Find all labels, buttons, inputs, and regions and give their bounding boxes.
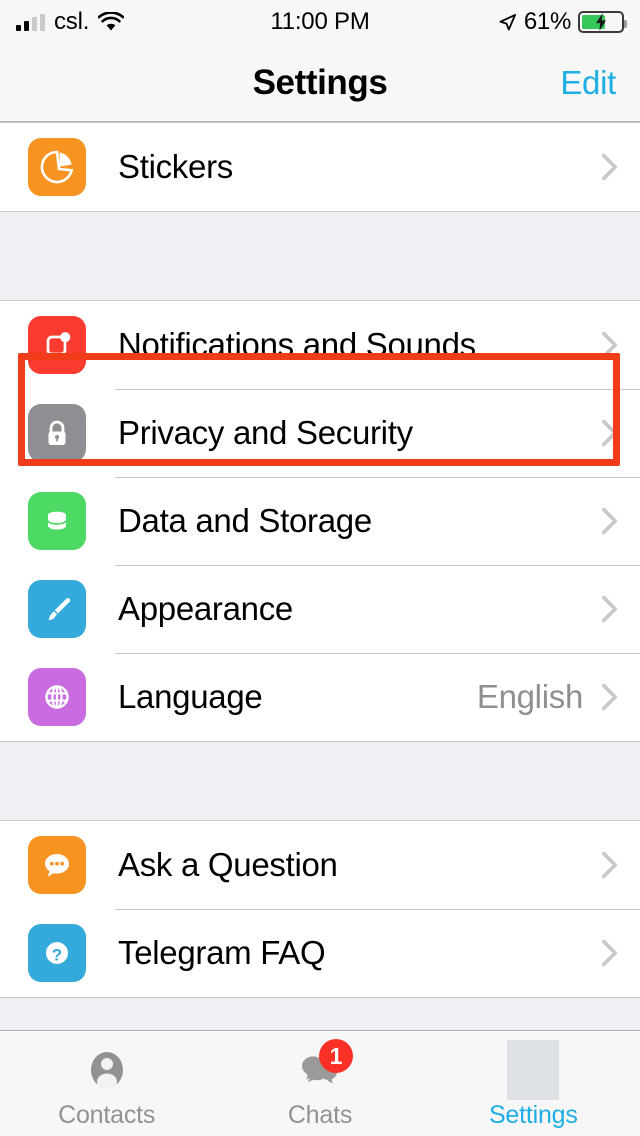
notifications-icon <box>28 316 86 374</box>
status-bar-right: 61% <box>498 8 627 36</box>
settings-row-value: English <box>476 678 583 715</box>
wifi-icon <box>98 12 125 31</box>
chevron-right-icon <box>601 507 618 535</box>
settings-row-appearance[interactable]: Appearance <box>0 565 640 653</box>
status-bar: csl. 11:00 PM 61% <box>0 0 640 44</box>
settings-row-ask-a-question[interactable]: Ask a Question <box>0 821 640 909</box>
settings-row-label: Notifications and Sounds <box>118 326 476 363</box>
section-gap-3 <box>0 998 640 1012</box>
chevron-right-icon <box>601 851 618 879</box>
lock-icon <box>28 404 86 462</box>
chevron-right-icon <box>601 331 618 359</box>
tab-chats[interactable]: 1 Chats <box>213 1031 426 1130</box>
edit-button[interactable]: Edit <box>560 64 616 102</box>
chats-badge: 1 <box>318 1039 353 1073</box>
settings-list[interactable]: Stickers Notifications and Sounds Privac… <box>0 122 640 1012</box>
settings-row-notifications[interactable]: Notifications and Sounds <box>0 301 640 389</box>
signal-strength-icon <box>16 13 45 31</box>
settings-row-label: Data and Storage <box>118 502 372 539</box>
chevron-right-icon <box>601 153 618 181</box>
svg-text:?: ? <box>52 945 62 964</box>
tab-label: Settings <box>488 1101 578 1129</box>
chevron-right-icon <box>601 419 618 447</box>
tab-label: Chats <box>287 1101 353 1129</box>
settings-row-label: Ask a Question <box>118 846 338 883</box>
settings-placeholder-icon <box>504 1040 562 1100</box>
chevron-right-icon <box>601 683 618 711</box>
settings-row-privacy-and-security[interactable]: Privacy and Security <box>0 389 640 477</box>
carrier-label: csl. <box>54 8 90 35</box>
question-mark-icon: ? <box>28 924 86 982</box>
chats-icon: 1 <box>291 1039 353 1099</box>
chat-bubble-icon <box>28 836 86 894</box>
settings-row-data-and-storage[interactable]: Data and Storage <box>0 477 640 565</box>
navigation-bar: Settings Edit <box>0 44 640 122</box>
section-gap-2 <box>0 742 640 820</box>
settings-group-1: Stickers <box>0 122 640 212</box>
settings-row-label: Stickers <box>118 148 233 185</box>
section-gap-1 <box>0 212 640 300</box>
chevron-right-icon <box>601 939 618 967</box>
paintbrush-icon <box>28 580 86 638</box>
person-icon <box>78 1041 136 1099</box>
globe-icon <box>28 668 86 726</box>
status-bar-left: csl. <box>16 8 125 36</box>
settings-row-label: Language <box>118 678 263 715</box>
tab-contacts[interactable]: Contacts <box>0 1031 213 1130</box>
settings-row-telegram-faq[interactable]: ? Telegram FAQ <box>0 909 640 997</box>
database-icon <box>28 492 86 550</box>
location-arrow-icon <box>499 13 516 30</box>
tab-settings[interactable]: Settings <box>427 1031 640 1130</box>
settings-row-label: Telegram FAQ <box>118 934 326 971</box>
settings-group-2: Notifications and Sounds Privacy and Sec… <box>0 300 640 742</box>
stickers-icon <box>28 138 86 196</box>
settings-row-stickers[interactable]: Stickers <box>0 123 640 211</box>
page-title: Settings <box>252 62 388 102</box>
settings-row-label: Privacy and Security <box>118 414 413 451</box>
battery-charging-icon <box>578 11 627 33</box>
chevron-right-icon <box>601 595 618 623</box>
settings-group-3: Ask a Question ? Telegram FAQ <box>0 820 640 998</box>
battery-percent-label: 61% <box>523 8 571 35</box>
tab-label: Contacts <box>58 1101 156 1129</box>
settings-row-label: Appearance <box>118 590 293 627</box>
settings-row-language[interactable]: Language English <box>0 653 640 741</box>
tab-bar: Contacts 1 Chats Settings <box>0 1030 640 1136</box>
